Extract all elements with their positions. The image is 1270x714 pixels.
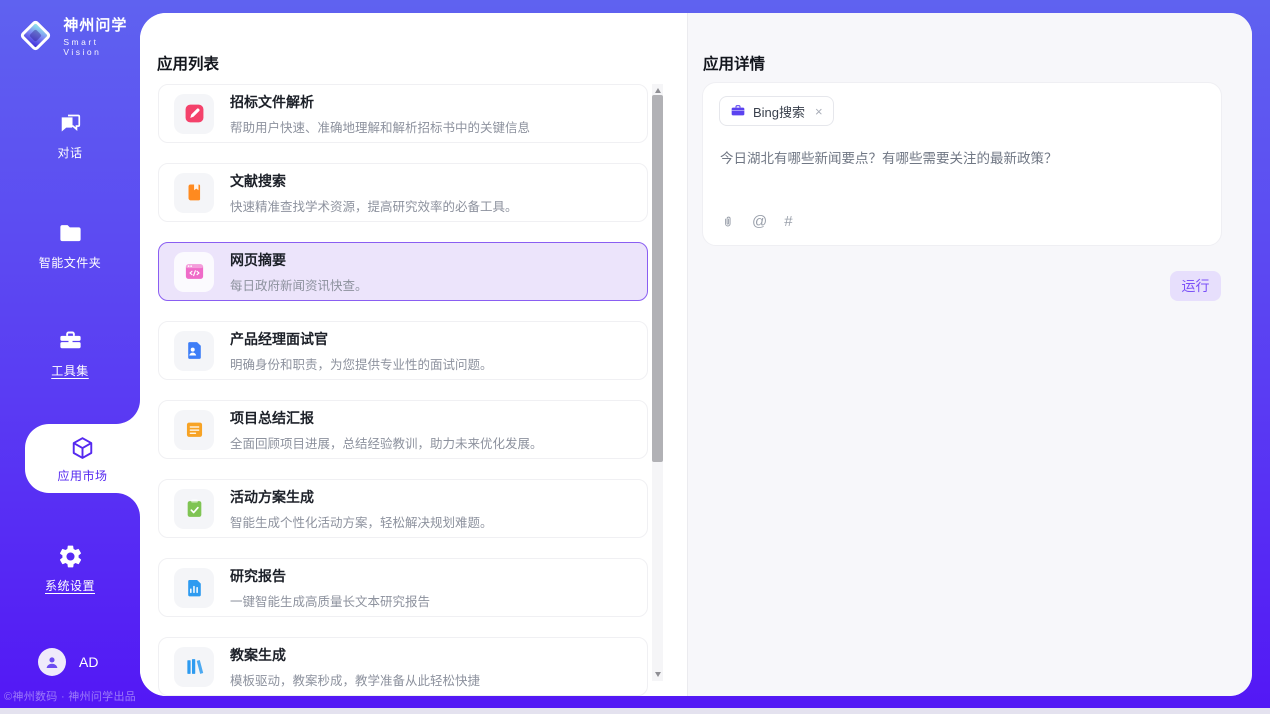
app-card-pm-interviewer[interactable]: 产品经理面试官 明确身份和职责，为您提供专业性的面试问题。 <box>158 321 648 380</box>
sidebar-item-settings[interactable]: 系统设置 <box>0 543 140 594</box>
brand-diamond-icon <box>18 18 53 54</box>
app-list-panel: 应用列表 招标文件解析 帮助用户快速、准确地理解和解析招标书中的关键信息 <box>140 13 687 696</box>
run-button[interactable]: 运行 <box>1170 271 1221 301</box>
active-bubble-fillet-top <box>116 400 140 424</box>
close-icon[interactable]: × <box>815 104 823 119</box>
interview-doc-icon <box>184 340 205 361</box>
gear-icon <box>57 543 84 570</box>
tool-tag-bing-search[interactable]: Bing搜索 × <box>719 96 834 126</box>
app-card-title: 文献搜索 <box>230 171 518 191</box>
triangle-up-icon <box>655 88 661 93</box>
app-card-literature-search[interactable]: 文献搜索 快速精准查找学术资源，提高研究效率的必备工具。 <box>158 163 648 222</box>
prompt-input[interactable]: 今日湖北有哪些新闻要点？有哪些需要关注的最新政策？ <box>720 149 1205 169</box>
app-list: 招标文件解析 帮助用户快速、准确地理解和解析招标书中的关键信息 文献搜索 快速精… <box>158 84 648 696</box>
app-icon-tile <box>174 94 214 134</box>
browser-code-icon <box>184 261 205 282</box>
tool-tag-label: Bing搜索 <box>753 102 805 121</box>
toolbox-icon <box>57 328 84 355</box>
app-card-desc: 明确身份和职责，为您提供专业性的面试问题。 <box>230 354 493 373</box>
chat-icon <box>57 110 84 137</box>
active-bubble-fillet-bottom <box>116 493 140 517</box>
mention-icon[interactable]: @ <box>752 214 767 229</box>
prompt-toolbar: @ # <box>720 214 793 229</box>
avatar-person-icon <box>43 653 61 671</box>
app-card-desc: 快速精准查找学术资源，提高研究效率的必备工具。 <box>230 196 518 215</box>
hashtag-icon[interactable]: # <box>784 214 792 229</box>
app-card-title: 研究报告 <box>230 566 430 586</box>
app-card-bid-analysis[interactable]: 招标文件解析 帮助用户快速、准确地理解和解析招标书中的关键信息 <box>158 84 648 143</box>
summary-note-icon <box>184 419 205 440</box>
app-card-title: 产品经理面试官 <box>230 329 493 349</box>
sidebar-item-label: 智能文件夹 <box>0 254 140 271</box>
app-card-desc: 全面回顾项目进展，总结经验教训，助力未来优化发展。 <box>230 433 543 452</box>
copyright-text: ©神州数码 · 神州问学出品 <box>4 688 140 704</box>
scrollbar-thumb[interactable] <box>652 95 663 462</box>
attachment-icon[interactable] <box>720 214 735 229</box>
app-list-scrollbar[interactable] <box>652 84 663 681</box>
research-report-icon <box>184 577 205 598</box>
app-icon-tile <box>174 647 214 687</box>
app-card-title: 活动方案生成 <box>230 487 493 507</box>
app-icon-tile <box>174 331 214 371</box>
sidebar-item-smart-folder[interactable]: 智能文件夹 <box>0 220 140 271</box>
sidebar-item-label: 工具集 <box>0 362 140 379</box>
book-icon <box>184 182 205 203</box>
app-card-title: 项目总结汇报 <box>230 408 543 428</box>
brand-logo: 神州问学 Smart Vision <box>18 14 140 57</box>
app-icon-tile <box>174 410 214 450</box>
app-card-web-summary[interactable]: 网页摘要 每日政府新闻资讯快查。 <box>158 242 648 301</box>
app-card-event-plan[interactable]: 活动方案生成 智能生成个性化活动方案，轻松解决规划难题。 <box>158 479 648 538</box>
books-icon <box>184 656 205 677</box>
window-bottom-strip <box>0 708 1270 714</box>
app-card-desc: 每日政府新闻资讯快查。 <box>230 275 368 294</box>
app-window: 神州问学 Smart Vision 对话 智能文件夹 工具 <box>0 0 1270 714</box>
sidebar-item-label: 对话 <box>0 144 140 161</box>
app-card-desc: 帮助用户快速、准确地理解和解析招标书中的关键信息 <box>230 117 530 136</box>
main-content: 应用列表 招标文件解析 帮助用户快速、准确地理解和解析招标书中的关键信息 <box>140 13 1252 696</box>
app-card-desc: 智能生成个性化活动方案，轻松解决规划难题。 <box>230 512 493 531</box>
app-list-title: 应用列表 <box>157 52 219 74</box>
cube-icon <box>69 435 96 462</box>
sidebar-item-label: 系统设置 <box>0 577 140 594</box>
app-card-title: 教案生成 <box>230 645 480 665</box>
user-account[interactable]: AD <box>38 648 98 676</box>
sidebar: 神州问学 Smart Vision 对话 智能文件夹 工具 <box>0 0 140 714</box>
user-initials: AD <box>79 654 98 670</box>
scrollbar-down-button[interactable] <box>652 668 663 681</box>
prompt-card: Bing搜索 × 今日湖北有哪些新闻要点？有哪些需要关注的最新政策？ @ # <box>702 82 1222 246</box>
app-detail-title: 应用详情 <box>703 52 765 74</box>
app-icon-tile <box>174 252 214 292</box>
triangle-down-icon <box>655 672 661 677</box>
app-icon-tile <box>174 568 214 608</box>
app-card-project-summary[interactable]: 项目总结汇报 全面回顾项目进展，总结经验教训，助力未来优化发展。 <box>158 400 648 459</box>
app-detail-panel: 应用详情 Bing搜索 × 今日湖北有哪些新闻要点？有哪些需要关注的最新政策？ <box>687 13 1252 696</box>
app-icon-tile <box>174 173 214 213</box>
sidebar-item-app-market[interactable]: 应用市场 <box>25 424 140 493</box>
app-card-title: 招标文件解析 <box>230 92 530 112</box>
app-card-lesson-plan[interactable]: 教案生成 模板驱动，教案秒成，教学准备从此轻松快捷 <box>158 637 648 696</box>
clipboard-check-icon <box>184 498 205 519</box>
pen-square-icon <box>184 103 205 124</box>
app-card-title: 网页摘要 <box>230 250 368 270</box>
sidebar-item-chat[interactable]: 对话 <box>0 110 140 161</box>
sidebar-item-toolset[interactable]: 工具集 <box>0 328 140 379</box>
app-card-research-report[interactable]: 研究报告 一键智能生成高质量长文本研究报告 <box>158 558 648 617</box>
app-icon-tile <box>174 489 214 529</box>
briefcase-icon <box>730 103 746 119</box>
app-card-desc: 一键智能生成高质量长文本研究报告 <box>230 591 430 610</box>
folder-icon <box>57 220 84 247</box>
brand-name: 神州问学 <box>63 14 140 35</box>
brand-subtitle: Smart Vision <box>63 37 140 57</box>
app-card-desc: 模板驱动，教案秒成，教学准备从此轻松快捷 <box>230 670 480 689</box>
sidebar-item-label: 应用市场 <box>25 467 140 484</box>
avatar <box>38 648 66 676</box>
